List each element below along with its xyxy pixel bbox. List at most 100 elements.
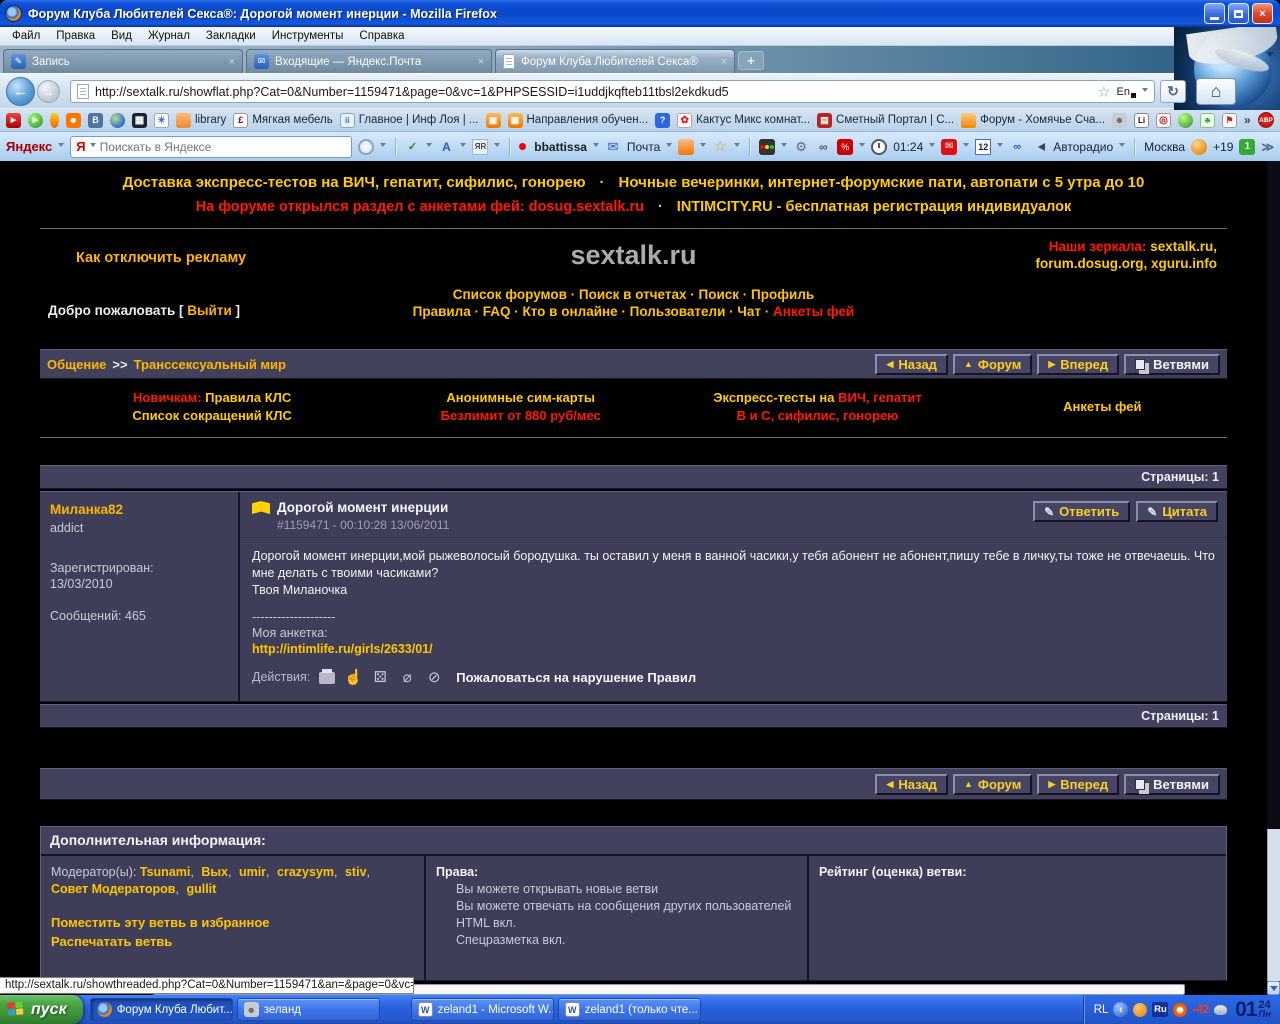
map-icon[interactable]: [1222, 113, 1237, 128]
ignore-eye-icon[interactable]: ⌀: [398, 669, 416, 686]
speaker-icon[interactable]: [1034, 143, 1045, 151]
bookmark-glavnoe[interactable]: Главное | Инф Лоя | ...: [340, 113, 479, 128]
notice-tests[interactable]: Экспресс-тесты на ВИЧ, гепатит В и С, си…: [657, 389, 977, 425]
percent-icon[interactable]: %: [837, 139, 853, 155]
chevron-down-icon[interactable]: [90, 143, 96, 150]
forward-thread-button[interactable]: ▶Вперед: [1037, 354, 1119, 375]
nav-links-row1[interactable]: Список форумов · Поиск в отчетах · Поиск…: [40, 286, 1227, 303]
leaf-icon[interactable]: [1200, 113, 1215, 128]
chevron-down-icon[interactable]: [58, 143, 64, 150]
ad-link-tests[interactable]: Доставка экспресс-тестов на ВИЧ, гепатит…: [123, 174, 586, 191]
forward-button[interactable]: →: [37, 80, 60, 103]
threaded-view-button[interactable]: Ветвями: [1124, 774, 1220, 795]
spellcheck-icon[interactable]: ✓: [404, 139, 420, 155]
task-word-doc2[interactable]: W zeland1 (только чте...: [558, 998, 701, 1021]
scrollbar-track[interactable]: [1267, 829, 1280, 981]
target-icon[interactable]: [1156, 113, 1171, 128]
new-tab-button[interactable]: +: [738, 51, 764, 70]
question-icon[interactable]: [655, 113, 670, 128]
bookmarks-overflow-chevron[interactable]: »: [1244, 113, 1251, 127]
back-thread-button[interactable]: ◀Назад: [875, 774, 947, 795]
chevron-down-icon[interactable]: [997, 143, 1003, 150]
abbreviations-link[interactable]: Список сокращений КЛС: [40, 407, 384, 425]
moderator-link[interactable]: crazysym: [277, 865, 334, 879]
yandex-mail-label[interactable]: Почта: [627, 140, 660, 154]
moderator-link[interactable]: stiv: [345, 865, 367, 879]
odnoklassniki-icon[interactable]: [66, 113, 81, 128]
tab-close-icon[interactable]: ×: [715, 56, 727, 68]
moderator-link[interactable]: Совет Модераторов: [51, 882, 175, 896]
translate-icon[interactable]: А: [438, 139, 454, 155]
start-button[interactable]: пуск: [0, 995, 83, 1024]
bookmark-library[interactable]: library: [176, 113, 226, 128]
back-thread-button[interactable]: ◀Назад: [875, 354, 947, 375]
menu-help[interactable]: Справка: [351, 28, 412, 44]
menu-file[interactable]: Файл: [4, 28, 48, 44]
minimize-button[interactable]: [1204, 3, 1225, 24]
bookmark-smetny[interactable]: Сметный Портал | С...: [817, 113, 954, 128]
author-link[interactable]: Миланка82: [50, 502, 228, 518]
task-word-doc1[interactable]: W zeland1 - Microsoft W...: [411, 998, 554, 1021]
signature-link[interactable]: http://intimlife.ru/girls/2633/01/: [252, 641, 1215, 657]
chevron-down-icon[interactable]: [1119, 143, 1125, 150]
tray-ring-icon[interactable]: [1173, 1003, 1187, 1017]
chevron-down-icon[interactable]: [460, 143, 466, 150]
tray-mouse-icon[interactable]: [1214, 1005, 1227, 1015]
search-balloon-icon[interactable]: [358, 139, 374, 155]
keys-icon[interactable]: ∞: [815, 139, 831, 155]
chevron-down-icon[interactable]: [781, 143, 787, 150]
yandex-search-box[interactable]: Я: [70, 136, 351, 158]
nav-links-row2[interactable]: Правила · FAQ · Кто в онлайне · Пользова…: [413, 304, 770, 319]
url-bar[interactable]: http://sextalk.ru/showflat.php?Cat=0&Num…: [70, 80, 1155, 103]
notice-sim[interactable]: Анонимные сим-карты Безлимит от 880 руб/…: [384, 389, 657, 425]
chevron-down-icon[interactable]: [859, 143, 865, 150]
menu-tools[interactable]: Инструменты: [264, 28, 352, 44]
rules-link[interactable]: Правила КЛС: [205, 390, 291, 405]
tray-layout-indicator[interactable]: Ru: [1152, 1002, 1168, 1017]
person-icon[interactable]: [1112, 113, 1127, 128]
list-all-tabs-icon[interactable]: [1266, 52, 1274, 61]
bookmark-furniture[interactable]: Мягкая мебель: [233, 113, 332, 128]
moderator-link[interactable]: Tsunami: [140, 865, 190, 879]
chevron-down-icon[interactable]: [1142, 88, 1148, 95]
asterisk-icon[interactable]: [154, 113, 169, 128]
forum-button[interactable]: ▲Форум: [953, 774, 1032, 795]
print-thread-link[interactable]: Распечатать ветвь: [51, 933, 414, 950]
translit-icon[interactable]: ЯR: [472, 139, 488, 155]
sphere-icon[interactable]: [1178, 113, 1193, 128]
bookmark-homyachye[interactable]: Форум - Хомячье Сча...: [961, 113, 1105, 128]
task-firefox[interactable]: Форум Клуба Любит...: [90, 998, 233, 1021]
restore-button[interactable]: [1228, 3, 1249, 24]
close-button[interactable]: ×: [1252, 3, 1273, 24]
weather-city[interactable]: Москва: [1144, 140, 1185, 154]
pages-label[interactable]: Страницы: 1: [1141, 709, 1219, 723]
yandex-disk-icon[interactable]: [678, 139, 694, 155]
moderator-link[interactable]: gullit: [186, 882, 216, 896]
adblock-icon[interactable]: ABP: [1258, 112, 1274, 128]
url-text[interactable]: http://sextalk.ru/showflat.php?Cat=0&Num…: [95, 85, 1091, 99]
back-button[interactable]: ←: [6, 77, 35, 106]
bookmark-star-icon[interactable]: ☆: [1097, 83, 1110, 101]
mirror-link-2[interactable]: forum.dosug.org, xguru.info: [1036, 256, 1217, 271]
chevron-down-icon[interactable]: [734, 143, 740, 150]
menu-history[interactable]: Журнал: [140, 28, 198, 44]
tab-close-icon[interactable]: ×: [223, 56, 235, 68]
tray-lang-indicator[interactable]: RL: [1094, 1004, 1109, 1016]
vk-icon[interactable]: [88, 113, 103, 128]
mirror-link-1[interactable]: sextalk.ru,: [1150, 239, 1217, 254]
moderator-link[interactable]: Вых: [201, 865, 228, 879]
nav-link-fey[interactable]: Анкеты фей: [773, 304, 854, 319]
chevron-down-icon[interactable]: [666, 143, 672, 150]
tray-clock[interactable]: 01 24 Пн: [1235, 998, 1271, 1022]
tab-close-icon[interactable]: ×: [472, 56, 484, 68]
radio-label[interactable]: Авторадио: [1053, 140, 1113, 154]
keyboard-layout-indicator[interactable]: En: [1117, 86, 1136, 98]
youtube-icon[interactable]: [6, 113, 21, 128]
yandex-search-input[interactable]: [100, 140, 346, 154]
breadcrumb-section[interactable]: Общение: [47, 357, 106, 372]
ad-link-intimcity[interactable]: INTIMCITY.RU - бесплатная регистрация ин…: [677, 199, 1071, 215]
moderator-link[interactable]: umir: [239, 865, 266, 879]
task-zeland-folder[interactable]: ☻ зеланд: [237, 998, 380, 1021]
box-icon[interactable]: [486, 113, 501, 128]
toolbar-overflow-chevron[interactable]: ≫: [1261, 140, 1274, 154]
